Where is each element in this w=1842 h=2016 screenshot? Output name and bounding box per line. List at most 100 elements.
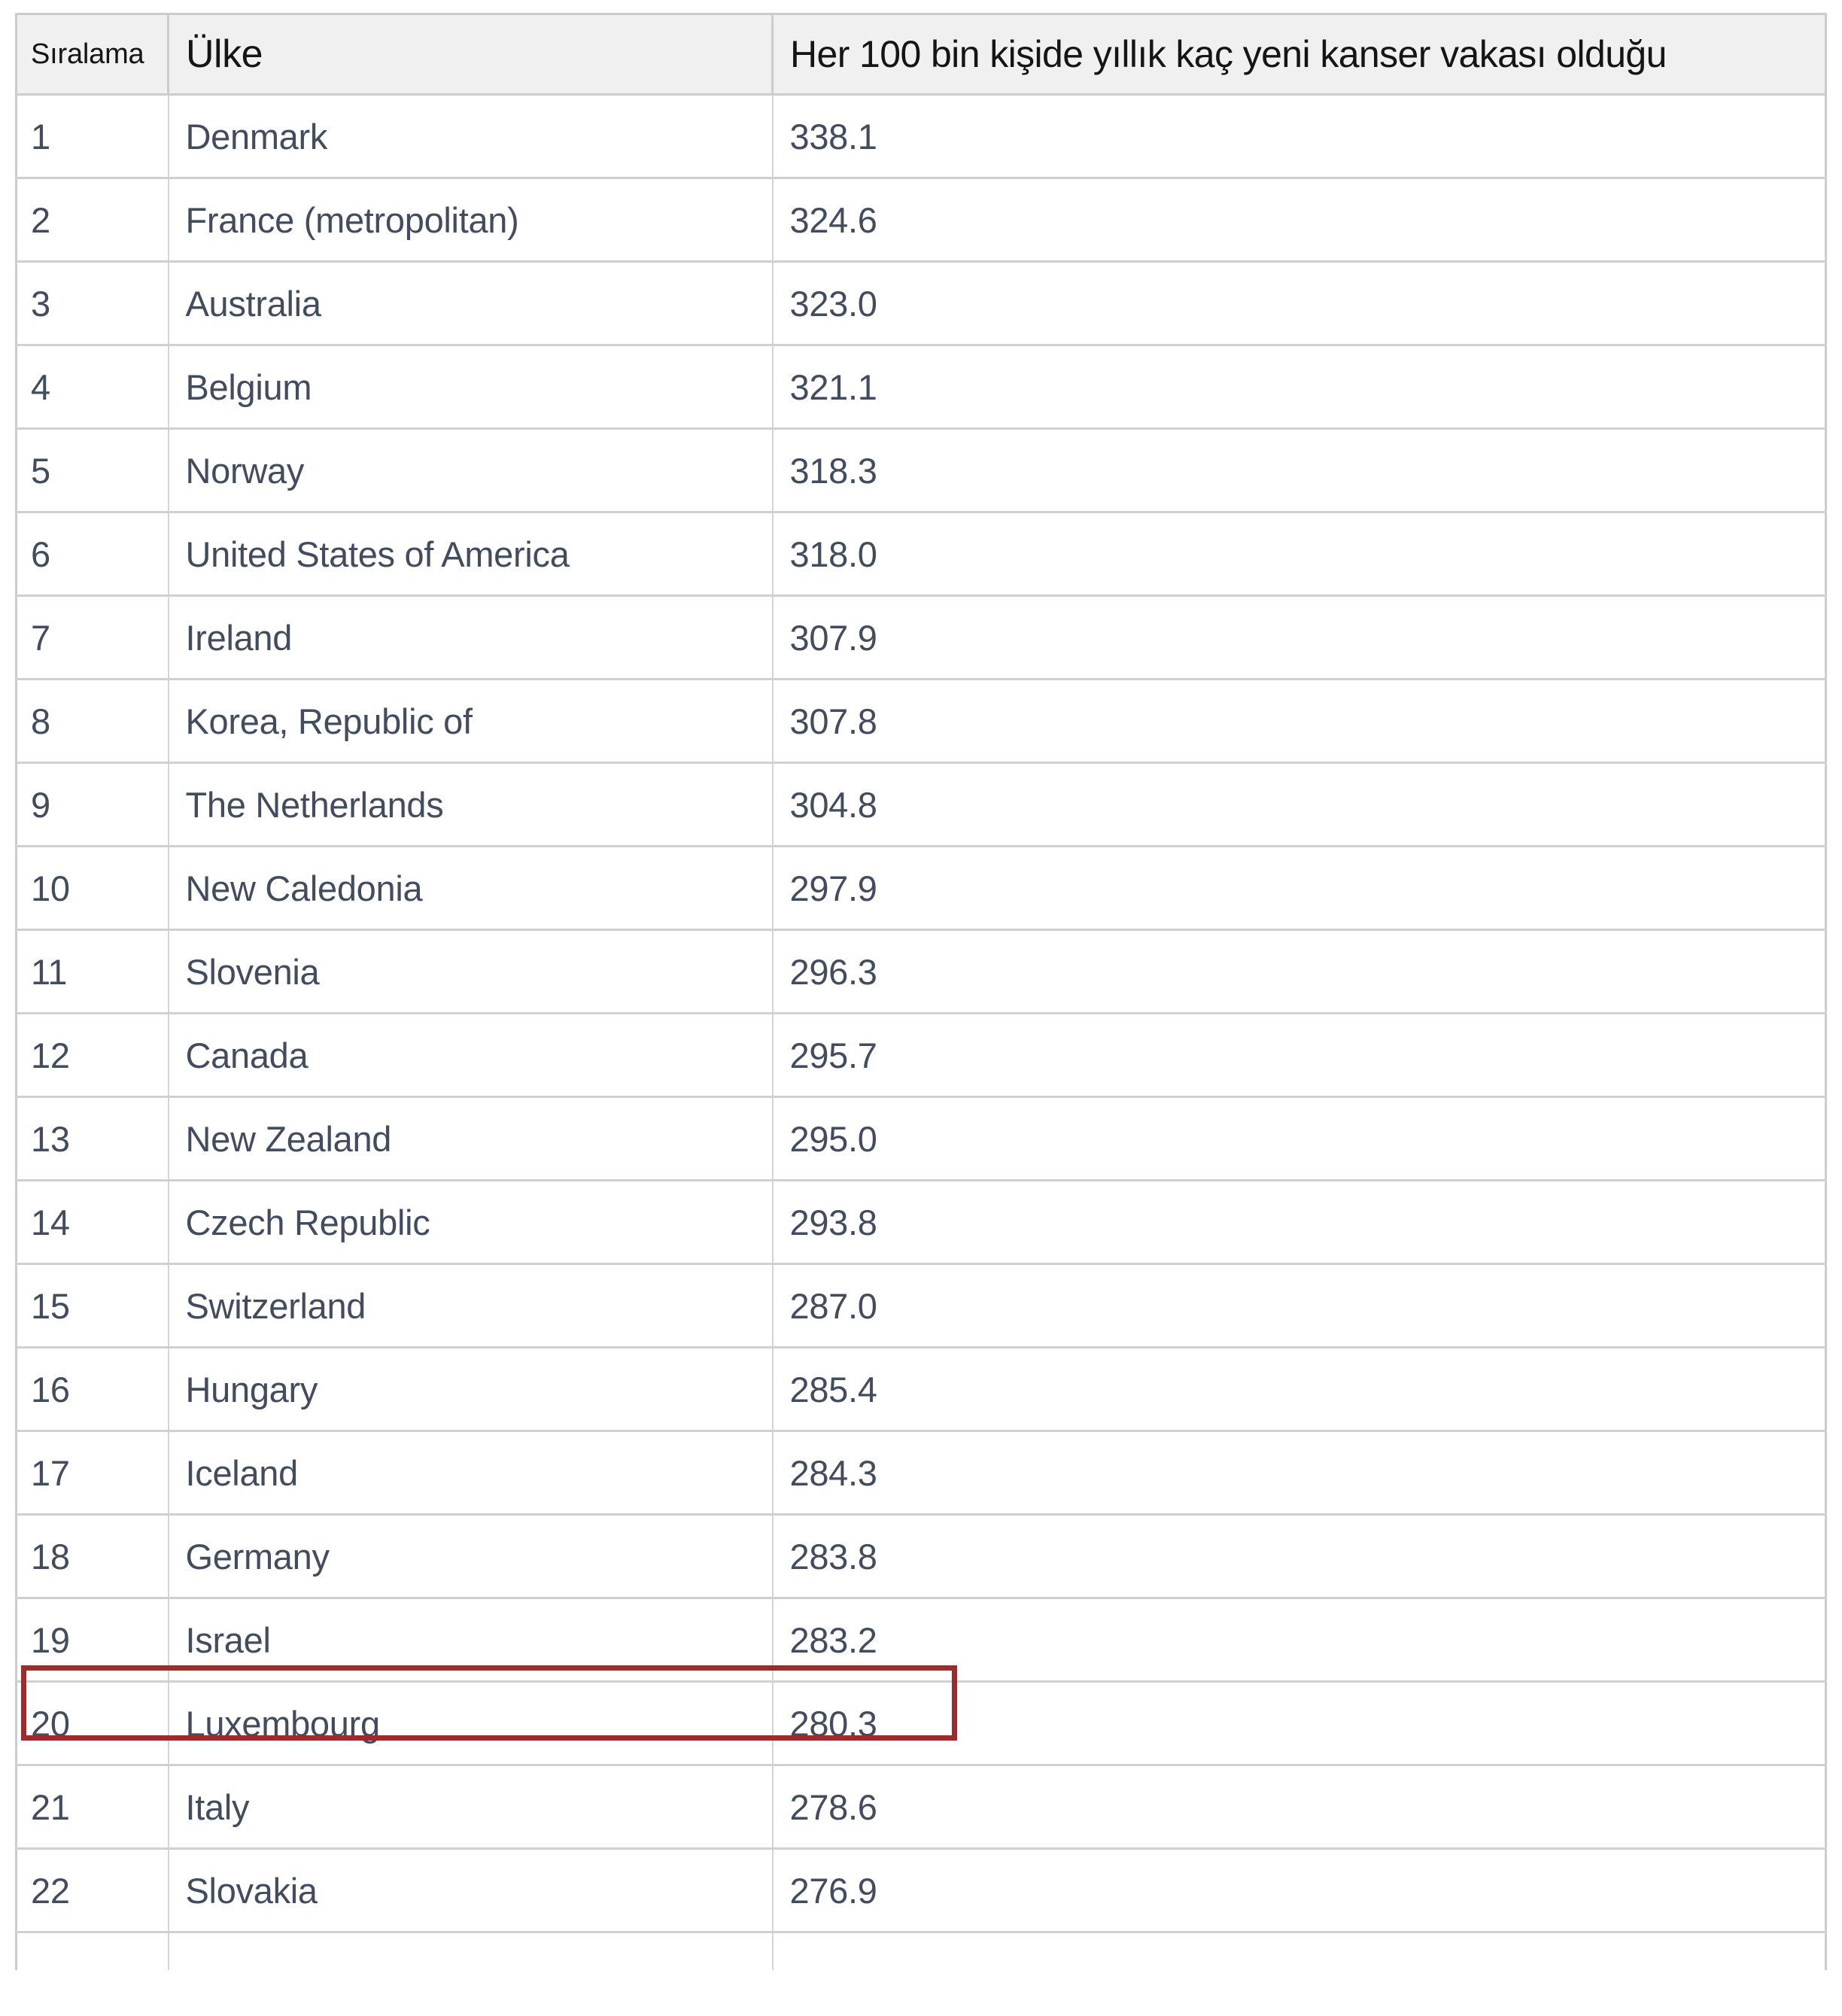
table-body: 1 Denmark 338.1 2 France (metropolitan) 324.6… [15, 94, 1827, 1970]
cell-country: Slovenia [167, 929, 774, 1014]
cell-rank: 14 [15, 1180, 169, 1265]
cell-rank: 19 [15, 1598, 169, 1683]
cell-country: Luxembourg [167, 1681, 774, 1766]
cell-value: 297.9 [771, 846, 1827, 931]
cell-rank: 13 [15, 1096, 169, 1181]
table-row: 17 Iceland 284.3 [15, 1431, 1827, 1516]
column-header-value[interactable]: Her 100 bin kişide yıllık kaç yeni kanse… [771, 13, 1827, 96]
table-row: 7 Ireland 307.9 [15, 595, 1827, 680]
cell-rank: 16 [15, 1347, 169, 1432]
cell-country: Italy [167, 1765, 774, 1850]
table-row: 10 New Caledonia 297.9 [15, 846, 1827, 931]
cell-country: Norway [167, 428, 774, 513]
cell-country [167, 1932, 774, 1970]
cell-rank: 9 [15, 762, 169, 847]
table-row: 18 Germany 283.8 [15, 1514, 1827, 1599]
cell-rank [15, 1932, 169, 1970]
table-row: 1 Denmark 338.1 [15, 94, 1827, 179]
table-row: 3 Australia 323.0 [15, 261, 1827, 346]
cell-rank: 3 [15, 261, 169, 346]
ranking-table: Sıralama Ülke Her 100 bin kişide yıllık … [15, 13, 1827, 1970]
table-header-row: Sıralama Ülke Her 100 bin kişide yıllık … [15, 13, 1827, 96]
ranking-table-container: Sıralama Ülke Her 100 bin kişide yıllık … [15, 13, 1827, 1970]
column-header-country[interactable]: Ülke [167, 13, 774, 96]
cell-rank: 18 [15, 1514, 169, 1599]
cell-rank: 8 [15, 679, 169, 764]
cell-value: 296.3 [771, 929, 1827, 1014]
cell-country: Israel [167, 1598, 774, 1683]
cell-country: Hungary [167, 1347, 774, 1432]
cell-rank: 6 [15, 512, 169, 597]
cell-value: 323.0 [771, 261, 1827, 346]
cell-value: 287.0 [771, 1263, 1827, 1349]
table-row: 22 Slovakia 276.9 [15, 1848, 1827, 1933]
table-row: 21 Italy 278.6 [15, 1765, 1827, 1850]
cell-value: 278.6 [771, 1765, 1827, 1850]
table-row: 20 Luxembourg 280.3 [15, 1681, 1827, 1766]
cell-country: Canada [167, 1013, 774, 1098]
cell-value: 324.6 [771, 178, 1827, 263]
cell-value: 283.8 [771, 1514, 1827, 1599]
cell-value: 285.4 [771, 1347, 1827, 1432]
cell-country: Germany [167, 1514, 774, 1599]
table-row: 5 Norway 318.3 [15, 428, 1827, 513]
cell-rank: 7 [15, 595, 169, 680]
cell-value: 318.0 [771, 512, 1827, 597]
table-row: 14 Czech Republic 293.8 [15, 1180, 1827, 1265]
cell-rank: 15 [15, 1263, 169, 1349]
cell-value: 318.3 [771, 428, 1827, 513]
table-row: 12 Canada 295.7 [15, 1013, 1827, 1098]
cell-value: 295.7 [771, 1013, 1827, 1098]
cell-rank: 21 [15, 1765, 169, 1850]
cell-value: 338.1 [771, 94, 1827, 179]
table-row: 16 Hungary 285.4 [15, 1347, 1827, 1432]
cell-rank: 2 [15, 178, 169, 263]
cell-rank: 17 [15, 1431, 169, 1516]
cell-rank: 22 [15, 1848, 169, 1933]
table-row: 6 United States of America 318.0 [15, 512, 1827, 597]
table-row: 9 The Netherlands 304.8 [15, 762, 1827, 847]
cell-country: Australia [167, 261, 774, 346]
cell-value: 283.2 [771, 1598, 1827, 1683]
cell-value: 304.8 [771, 762, 1827, 847]
page-root: Sıralama Ülke Her 100 bin kişide yıllık … [0, 0, 1842, 2016]
cell-country: New Caledonia [167, 846, 774, 931]
cell-rank: 11 [15, 929, 169, 1014]
column-header-rank[interactable]: Sıralama [15, 13, 169, 96]
cell-value: 293.8 [771, 1180, 1827, 1265]
cell-value: 280.3 [771, 1681, 1827, 1766]
cell-value [771, 1932, 1827, 1970]
cell-country: Iceland [167, 1431, 774, 1516]
cell-country: Ireland [167, 595, 774, 680]
cell-country: Belgium [167, 345, 774, 430]
cell-country: Korea, Republic of [167, 679, 774, 764]
cell-country: The Netherlands [167, 762, 774, 847]
table-row: 4 Belgium 321.1 [15, 345, 1827, 430]
cell-rank: 5 [15, 428, 169, 513]
cell-value: 284.3 [771, 1431, 1827, 1516]
cell-value: 321.1 [771, 345, 1827, 430]
table-row [15, 1932, 1827, 1970]
cell-country: Denmark [167, 94, 774, 179]
cell-country: Czech Republic [167, 1180, 774, 1265]
table-row: 19 Israel 283.2 [15, 1598, 1827, 1683]
table-row: 15 Switzerland 287.0 [15, 1263, 1827, 1349]
cell-value: 307.9 [771, 595, 1827, 680]
cell-rank: 20 [15, 1681, 169, 1766]
cell-rank: 10 [15, 846, 169, 931]
cell-rank: 12 [15, 1013, 169, 1098]
cell-value: 307.8 [771, 679, 1827, 764]
table-row: 8 Korea, Republic of 307.8 [15, 679, 1827, 764]
cell-rank: 1 [15, 94, 169, 179]
table-row: 13 New Zealand 295.0 [15, 1096, 1827, 1181]
cell-country: United States of America [167, 512, 774, 597]
table-row: 2 France (metropolitan) 324.6 [15, 178, 1827, 263]
table-row: 11 Slovenia 296.3 [15, 929, 1827, 1014]
cell-country: France (metropolitan) [167, 178, 774, 263]
table-header: Sıralama Ülke Her 100 bin kişide yıllık … [15, 13, 1827, 96]
cell-value: 295.0 [771, 1096, 1827, 1181]
cell-rank: 4 [15, 345, 169, 430]
cell-country: Slovakia [167, 1848, 774, 1933]
cell-country: New Zealand [167, 1096, 774, 1181]
cell-value: 276.9 [771, 1848, 1827, 1933]
